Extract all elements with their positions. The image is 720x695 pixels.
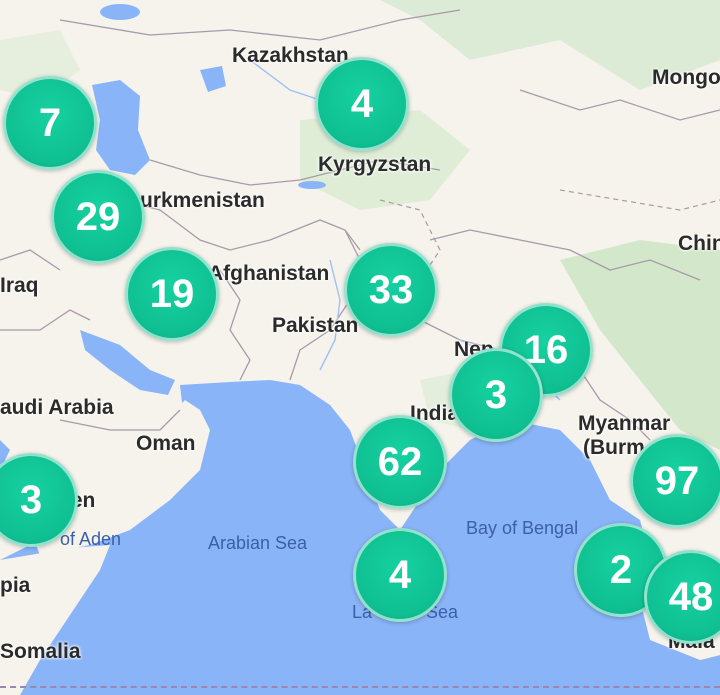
cluster-marker[interactable]: 62 (353, 415, 447, 509)
country-label-myanmar: Myanmar (578, 412, 671, 435)
country-label-ethiopia: pia (0, 574, 31, 597)
sea-label-arabian-sea: Arabian Sea (208, 533, 308, 553)
country-label-iraq: Iraq (0, 274, 39, 297)
cluster-marker[interactable]: 29 (51, 170, 145, 264)
country-label-kazakhstan: Kazakhstan (232, 44, 349, 67)
sea-label-gulf-of-aden: of Aden (60, 529, 122, 549)
cluster-marker[interactable]: 3 (449, 348, 543, 442)
country-label-kyrgyzstan: Kyrgyzstan (318, 153, 432, 176)
country-label-turkmenistan: urkmenistan (140, 189, 265, 212)
cluster-marker[interactable]: 33 (344, 243, 438, 337)
cluster-marker[interactable]: 7 (3, 76, 97, 170)
cluster-marker[interactable]: 4 (353, 528, 447, 622)
sea-label-bay-of-bengal: Bay of Bengal (466, 518, 579, 538)
cluster-marker[interactable]: 4 (315, 57, 409, 151)
country-label-mongolia: Mongo (652, 66, 720, 89)
country-label-pakistan: Pakistan (272, 314, 359, 337)
cluster-marker[interactable]: 97 (630, 434, 720, 528)
country-label-china: Chin (678, 232, 720, 255)
map-canvas[interactable]: Kazakhstan Mongo Kyrgyzstan urkmenistan … (0, 0, 720, 695)
country-label-somalia: Somalia (0, 640, 81, 663)
boundary-dashed-line (0, 686, 720, 688)
cluster-marker[interactable]: 19 (125, 247, 219, 341)
country-label-afghanistan: Afghanistan (208, 262, 330, 285)
country-label-saudi-arabia: audi Arabia (0, 396, 114, 419)
country-label-oman: Oman (136, 432, 196, 455)
